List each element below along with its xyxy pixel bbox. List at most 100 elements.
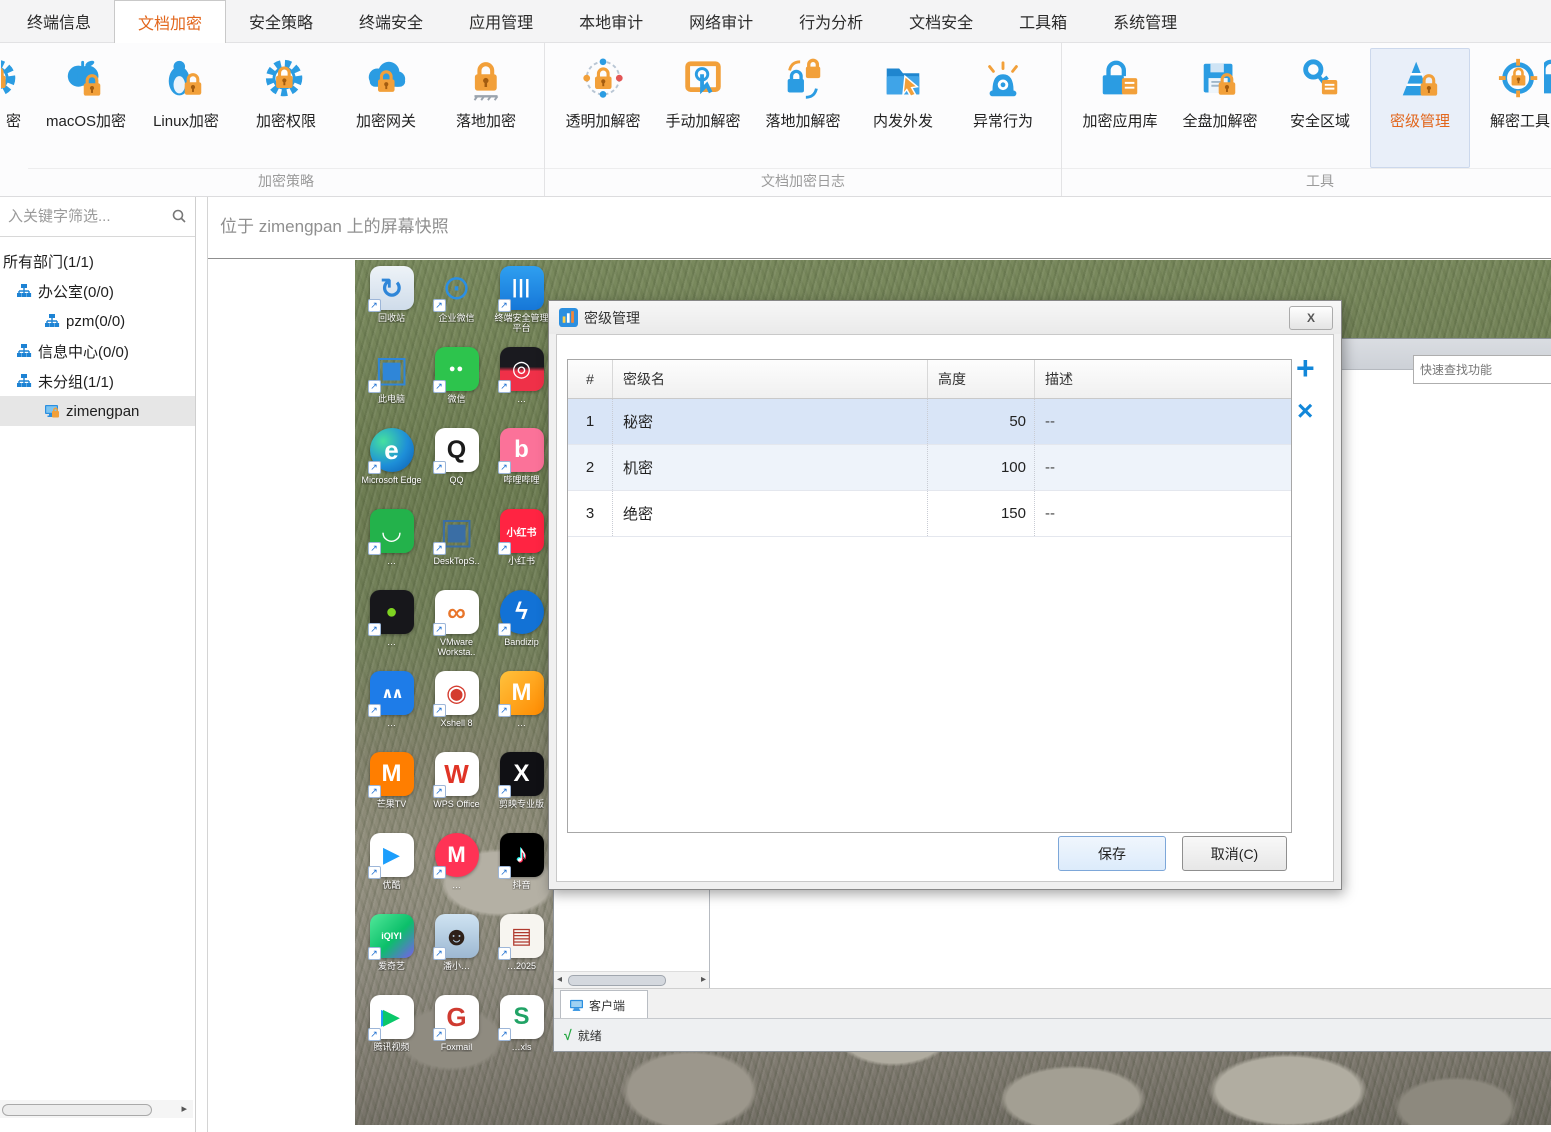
desktop-icon[interactable]: ∧∧ ↗ … [361,671,423,752]
shortcut-arrow-icon: ↗ [433,299,446,312]
description-cell: -- [1035,491,1291,536]
desktop-icon[interactable]: M ↗ … [426,833,488,914]
menu-tab[interactable]: 文档安全 [886,0,996,42]
desktop-icon[interactable]: ▶ ↗ 腾讯视频 [361,995,423,1076]
ribbon-button-clipped-right[interactable] [1544,56,1551,102]
desktop-icon[interactable]: ▣ ↗ 此电脑 [361,347,423,428]
desktop-icon[interactable]: ⊙ ↗ 企业微信 [426,266,488,347]
ribbon-button[interactable]: 安全区域 [1270,48,1370,168]
ribbon-button[interactable]: 透明加解密 [553,48,653,168]
search-icon[interactable] [171,208,187,224]
desktop-icon[interactable]: M ↗ 芒果TV [361,752,423,833]
tree-item[interactable]: 未分组(1/1) [0,366,195,396]
desktop-icon[interactable]: ||| ↗ 终端安全管理平台 [491,266,553,347]
desktop-icon[interactable]: 小红书 ↗ 小红书 [491,509,553,590]
shortcut-arrow-icon: ↗ [498,542,511,555]
dialog-title-bar[interactable]: 密级管理 X [549,301,1341,334]
height-cell: 150 [928,491,1035,536]
ribbon-button[interactable]: 手动加解密 [653,48,753,168]
remote-hscrollbar[interactable]: ◂ ▸ [554,971,709,989]
ribbon-button[interactable]: 异常行为 [953,48,1053,168]
menu-tab[interactable]: 终端安全 [336,0,446,42]
column-header: 描述 [1035,360,1291,398]
desktop-icon-tile: ∧∧ ↗ [370,671,414,715]
ribbon-button[interactable]: 全盘加解密 [1170,48,1270,168]
save-button[interactable]: 保存 [1058,836,1166,871]
desktop-icon-tile: ▣ ↗ [370,347,414,391]
ribbon-button[interactable]: 加密权限 [236,48,336,168]
delete-row-button[interactable]: × [1297,397,1313,425]
ribbon-button-clipped[interactable]: 密 [0,48,29,132]
menu-tab[interactable]: 应用管理 [446,0,556,42]
desktop-icon[interactable]: ● ↗ … [361,590,423,671]
desktop-icon-glyph: ● [385,601,397,624]
table-row[interactable]: 2 机密 100 -- [568,445,1291,491]
add-row-button[interactable]: + [1296,353,1315,383]
ribbon-button[interactable]: macOS加密 [36,48,136,168]
ribbon-button[interactable]: 解密工具 [1470,48,1551,168]
desktop-icon[interactable]: iQIYI ↗ 爱奇艺 [361,914,423,995]
ribbon-button[interactable]: 加密网关 [336,48,436,168]
tree-item[interactable]: zimengpan [0,396,195,426]
menu-tab[interactable]: 行为分析 [776,0,886,42]
table-row[interactable]: 1 秘密 50 -- [568,399,1291,445]
desktop-icon[interactable]: ϟ ↗ Bandizip [491,590,553,671]
menu-tab[interactable]: 系统管理 [1090,0,1200,42]
table-row[interactable]: 3 绝密 150 -- [568,491,1291,537]
sidebar-hscrollbar[interactable]: ▸ [0,1100,193,1118]
ribbon-button[interactable]: 内发外发 [853,48,953,168]
ribbon-button-icon [1297,57,1343,103]
desktop-icon[interactable]: ●● ↗ 微信 [426,347,488,428]
desktop-icon-tile: ● ↗ [370,590,414,634]
menu-tab[interactable]: 终端信息 [4,0,114,42]
desktop-icon[interactable]: ▤ ↗ …2025 [491,914,553,995]
desktop-icon[interactable]: X ↗ 剪映专业版 [491,752,553,833]
scrollbar-left-arrow-icon[interactable]: ◂ [557,974,562,985]
menu-tab[interactable]: 安全策略 [226,0,336,42]
scrollbar-right-arrow-icon[interactable]: ▸ [181,1102,187,1115]
quick-find-input[interactable] [1413,355,1551,384]
menu-tab[interactable]: 本地审计 [556,0,666,42]
row-number-cell: 1 [568,399,613,444]
ribbon-button[interactable]: 落地加解密 [753,48,853,168]
scrollbar-right-arrow-icon[interactable]: ▸ [701,974,706,985]
close-button[interactable]: X [1289,306,1333,330]
tree-item[interactable]: pzm(0/0) [0,306,195,336]
ribbon-button[interactable]: 密级管理 [1370,48,1470,168]
scrollbar-thumb[interactable] [2,1104,152,1116]
desktop-icon[interactable]: e ↗ Microsoft Edge [361,428,423,509]
desktop-icon[interactable]: M ↗ … [491,671,553,752]
desktop-icon[interactable]: Q ↗ QQ [426,428,488,509]
ribbon-button[interactable]: 加密应用库 [1070,48,1170,168]
desktop-icon[interactable]: G ↗ Foxmail [426,995,488,1076]
desktop-icon[interactable]: ↻ ↗ 回收站 [361,266,423,347]
desktop-icon[interactable]: ◎ ↗ … [491,347,553,428]
menu-tab[interactable]: 文档加密 [114,0,226,43]
client-tab[interactable]: 客户端 [560,990,648,1019]
desktop-icon[interactable]: ▣ ↗ DeskTopS.. [426,509,488,590]
tree-item[interactable]: 办公室(0/0) [0,276,195,306]
desktop-icon-label: QQ [449,475,463,485]
desktop-icon[interactable]: ◡ ↗ … [361,509,423,590]
scrollbar-thumb[interactable] [568,975,666,986]
desktop-icon[interactable]: S ↗ …xls [491,995,553,1076]
desktop-icon-glyph: M [512,679,532,707]
shortcut-arrow-icon: ↗ [433,461,446,474]
desktop-icon[interactable]: ♪ ↗ 抖音 [491,833,553,914]
menu-tab[interactable]: 网络审计 [666,0,776,42]
desktop-icon[interactable]: W ↗ WPS Office [426,752,488,833]
shortcut-arrow-icon: ↗ [498,704,511,717]
ribbon-button[interactable]: 落地加密 [436,48,536,168]
desktop-icon[interactable]: ◉ ↗ Xshell 8 [426,671,488,752]
search-input[interactable] [0,208,195,225]
tree-item[interactable]: 信息中心(0/0) [0,336,195,366]
ribbon-button[interactable]: Linux加密 [136,48,236,168]
desktop-icon[interactable]: ▶ ↗ 优酷 [361,833,423,914]
desktop-icon[interactable]: b ↗ 哔哩哔哩 [491,428,553,509]
menu-tab[interactable]: 工具箱 [996,0,1090,42]
desktop-icon[interactable]: ∞ ↗ VMware Worksta.. [426,590,488,671]
desktop-icon-glyph: ∧∧ [381,684,401,702]
tree-item[interactable]: 所有部门(1/1) [0,246,195,276]
desktop-icon[interactable]: ☻ ↗ 潘小… [426,914,488,995]
cancel-button[interactable]: 取消(C) [1182,836,1287,871]
